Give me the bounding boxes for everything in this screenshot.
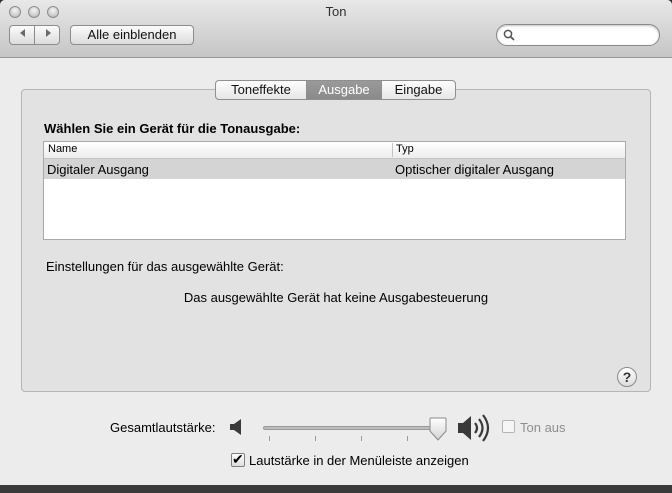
table-row[interactable]: Digitaler Ausgang Optischer digitaler Au… [44, 159, 625, 179]
speaker-high-icon [458, 414, 490, 442]
device-list-heading: Wählen Sie ein Gerät für die Tonausgabe: [44, 121, 301, 136]
device-name-cell: Digitaler Ausgang [47, 162, 149, 177]
forward-arrow-icon [45, 29, 51, 37]
output-volume-label: Gesamtlautstärke: [110, 420, 216, 435]
forward-button[interactable] [35, 26, 60, 44]
show-volume-in-menubar-checkbox[interactable]: ✔ [231, 451, 245, 467]
search-field[interactable] [496, 24, 660, 46]
column-divider [392, 143, 393, 157]
column-header-type[interactable]: Typ [396, 143, 414, 155]
show-all-button[interactable]: Alle einblenden [70, 25, 194, 45]
search-input[interactable] [519, 27, 653, 45]
checkmark-icon: ✔ [232, 451, 244, 467]
desktop-strip [0, 485, 672, 493]
sound-preferences-window: Ton Alle einblenden Toneffekte Ausgabe E… [0, 0, 672, 493]
slider-tick [269, 436, 270, 441]
volume-slider-thumb[interactable] [428, 417, 448, 441]
mute-label: Ton aus [520, 420, 566, 435]
search-icon [503, 29, 515, 41]
slider-tick [361, 436, 362, 441]
slider-tick [407, 436, 408, 441]
speaker-low-icon [230, 419, 241, 435]
back-forward-buttons [9, 25, 60, 45]
show-volume-in-menubar-label: Lautstärke in der Menüleiste anzeigen [249, 453, 469, 468]
window-title: Ton [325, 4, 347, 19]
device-settings-label: Einstellungen für das ausgewählte Gerät: [46, 259, 284, 274]
titlebar: Ton Alle einblenden [0, 0, 672, 58]
tab-sound-effects[interactable]: Toneffekte [216, 81, 307, 99]
device-type-cell: Optischer digitaler Ausgang [395, 162, 554, 177]
slider-tick [315, 436, 316, 441]
back-arrow-icon [19, 29, 25, 37]
back-button[interactable] [10, 26, 35, 44]
tab-input[interactable]: Eingabe [382, 81, 455, 99]
tab-bar: Toneffekte Ausgabe Eingabe [215, 80, 456, 100]
no-output-control-message: Das ausgewählte Gerät hat keine Ausgabes… [183, 290, 489, 305]
table-header: Name Typ [44, 142, 625, 159]
help-button[interactable]: ? [617, 367, 637, 387]
tab-output[interactable]: Ausgabe [307, 81, 382, 99]
column-header-name[interactable]: Name [48, 143, 77, 155]
output-device-table[interactable]: Name Typ Digitaler Ausgang Optischer dig… [43, 141, 626, 240]
mute-checkbox[interactable] [502, 420, 515, 433]
volume-slider-track[interactable] [263, 426, 439, 430]
